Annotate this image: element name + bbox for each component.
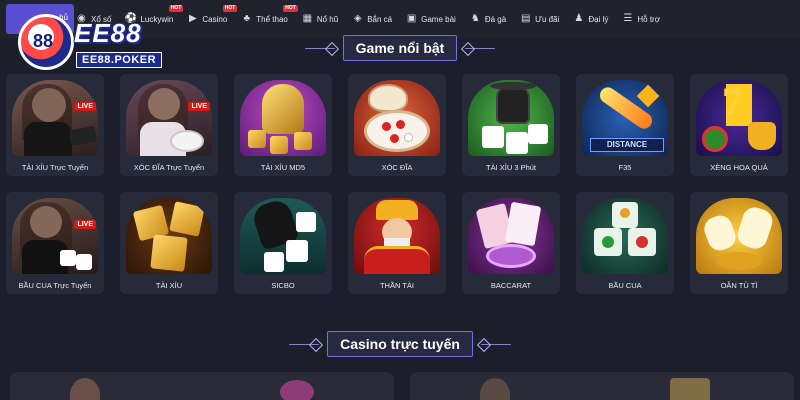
game-card-tai-xiu-truc-tuyen[interactable]: LIVE TÀI XỈU Trực Tuyến bbox=[6, 74, 104, 176]
nav-label: Hỗ trợ bbox=[637, 14, 660, 24]
game-card-tai-xiu-3-phut[interactable]: TÀI XỈU 3 Phút bbox=[462, 74, 560, 176]
game-card-tai-xiu-md5[interactable]: TÀI XỈU MD5 bbox=[234, 74, 332, 176]
game-label: BACCARAT bbox=[490, 281, 532, 290]
logo-badge-text: 88 bbox=[33, 31, 54, 51]
dealer-thumbnail bbox=[12, 198, 98, 274]
game-label: TÀI XỈU 3 Phút bbox=[485, 163, 537, 172]
agent-icon: ♟ bbox=[574, 13, 584, 24]
nav-item-the-thao[interactable]: ♣ Thể thao HOT bbox=[241, 4, 298, 25]
header-ornament-left bbox=[304, 47, 335, 49]
nav-label: Nổ hũ bbox=[316, 14, 339, 24]
xoc-dia-thumbnail bbox=[354, 80, 440, 156]
game-label: OẲN TÙ TÌ bbox=[720, 281, 758, 290]
logo-domain: EE88.POKER bbox=[76, 52, 163, 68]
game-card-than-tai[interactable]: THẦN TÀI bbox=[348, 192, 446, 294]
nav-item-uu-dai[interactable]: ▤ Ưu đãi bbox=[520, 14, 559, 25]
rooster-icon: ♞ bbox=[470, 13, 480, 24]
nav-item-ban-ca[interactable]: ◈ Bắn cá bbox=[352, 14, 392, 25]
game-label: BẦU CUA Trực Tuyến bbox=[18, 281, 92, 290]
nav-label: Bắn cá bbox=[367, 14, 393, 24]
live-badge: LIVE bbox=[74, 102, 96, 111]
featured-games-row-1: LIVE TÀI XỈU Trực Tuyến LIVE XÓC ĐĨA Trự… bbox=[6, 74, 796, 176]
game-card-xoc-dia-truc-tuyen[interactable]: LIVE XÓC ĐĨA Trực Tuyến bbox=[120, 74, 218, 176]
hot-badge: HOT bbox=[283, 4, 298, 12]
game-label: SICBO bbox=[271, 281, 295, 290]
logo-wordmark: EE88 bbox=[74, 18, 142, 48]
game-label: THẦN TÀI bbox=[379, 281, 415, 290]
slot-icon: ▦ bbox=[302, 13, 313, 24]
header-ornament-right bbox=[480, 343, 511, 345]
game-card-oan-tu-ti[interactable]: OẲN TÙ TÌ bbox=[690, 192, 788, 294]
game-card-xeng-hoa-qua[interactable]: 7 XÈNG HOA QUẢ bbox=[690, 74, 788, 176]
hot-badge: HOT bbox=[222, 4, 238, 12]
game-label: BẦU CUA bbox=[608, 281, 642, 290]
game-card-bau-cua-truc-tuyen[interactable]: LIVE BẦU CUA Trực Tuyến bbox=[6, 192, 104, 294]
fruit-slot-thumbnail: 7 bbox=[696, 80, 782, 156]
gamepad-icon: ▣ bbox=[406, 13, 417, 24]
casino-provider-card-2[interactable] bbox=[410, 372, 794, 400]
god-of-wealth-thumbnail bbox=[354, 198, 440, 274]
live-badge: LIVE bbox=[188, 102, 210, 111]
nav-item-no-hu[interactable]: ▦ Nổ hũ bbox=[302, 13, 339, 25]
fish-icon: ◈ bbox=[353, 13, 362, 24]
game-card-sicbo[interactable]: SICBO bbox=[234, 192, 332, 294]
live-badge: LIVE bbox=[74, 220, 96, 229]
support-icon: ☰ bbox=[623, 13, 633, 24]
header-ornament-left bbox=[289, 343, 320, 345]
casino-provider-card-1[interactable] bbox=[10, 372, 394, 400]
featured-section-title: Game nổi bật bbox=[342, 35, 458, 61]
featured-games-row-2: LIVE BẦU CUA Trực Tuyến TÀI XỈU SICBO TH… bbox=[6, 192, 796, 294]
nav-label: Ưu đãi bbox=[535, 14, 560, 24]
header-ornament-right bbox=[465, 47, 496, 49]
nav-item-da-ga[interactable]: ♞ Đá gà bbox=[470, 14, 506, 25]
sports-icon: ♣ bbox=[243, 13, 251, 24]
nav-label: Thể thao bbox=[256, 14, 288, 24]
game-label: XÓC ĐĨA bbox=[381, 163, 413, 172]
nav-label: Đại lý bbox=[588, 14, 609, 24]
nav-item-dai-ly[interactable]: ♟ Đại lý bbox=[573, 14, 608, 25]
nav-item-casino[interactable]: ▶ Casino HOT bbox=[187, 4, 238, 25]
dealer-thumbnail bbox=[12, 80, 98, 156]
sicbo-thumbnail bbox=[240, 198, 326, 274]
game-label: XÈNG HOA QUẢ bbox=[710, 163, 768, 172]
nav-label: Game bài bbox=[421, 14, 456, 24]
distance-banner: DISTANCE bbox=[590, 138, 664, 152]
game-card-tai-xiu[interactable]: TÀI XỈU bbox=[120, 192, 218, 294]
game-label: TÀI XỈU bbox=[155, 281, 183, 290]
rocket-thumbnail: DISTANCE bbox=[582, 80, 668, 156]
casino-section-header: Casino trực tuyến bbox=[0, 330, 800, 358]
baccarat-thumbnail bbox=[468, 198, 554, 274]
logo-emblem: 88 bbox=[18, 14, 74, 70]
game-card-baccarat[interactable]: BACCARAT bbox=[462, 192, 560, 294]
golden-dice-thumbnail bbox=[126, 198, 212, 274]
game-label: XÓC ĐĨA Trực Tuyến bbox=[133, 163, 205, 172]
nav-item-game-bai[interactable]: ▣ Game bài bbox=[406, 14, 456, 25]
nav-label: Đá gà bbox=[484, 14, 507, 24]
dice-cup-thumbnail bbox=[468, 80, 554, 156]
casino-section-title: Casino trực tuyến bbox=[327, 331, 473, 357]
bau-cua-dice-thumbnail bbox=[582, 198, 668, 274]
game-card-f35[interactable]: DISTANCE F35 bbox=[576, 74, 674, 176]
game-label: TÀI XỈU Trực Tuyến bbox=[21, 163, 89, 172]
game-card-bau-cua[interactable]: BẦU CUA bbox=[576, 192, 674, 294]
dice-bowl-thumbnail bbox=[240, 80, 326, 156]
game-card-xoc-dia[interactable]: XÓC ĐĨA bbox=[348, 74, 446, 176]
game-label: TÀI XỈU MD5 bbox=[260, 163, 306, 172]
dealer-thumbnail bbox=[126, 80, 212, 156]
rock-paper-scissors-thumbnail bbox=[696, 198, 782, 274]
nav-item-ho-tro[interactable]: ☰ Hỗ trợ bbox=[622, 14, 660, 25]
site-logo[interactable]: 88 EE88 EE88.POKER bbox=[14, 10, 174, 72]
gift-icon: ▤ bbox=[520, 13, 531, 24]
play-icon: ▶ bbox=[189, 13, 197, 24]
nav-label: Casino bbox=[202, 14, 228, 24]
game-label: F35 bbox=[618, 163, 632, 172]
